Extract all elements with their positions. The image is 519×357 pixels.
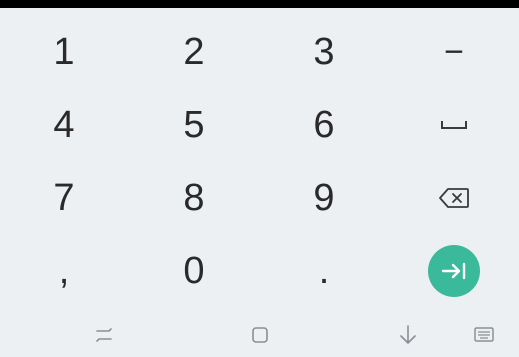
key-3[interactable]: 3 <box>260 16 388 88</box>
key-enter[interactable] <box>390 235 518 307</box>
key-4[interactable]: 4 <box>0 89 128 161</box>
space-icon <box>440 119 468 131</box>
hide-keyboard-button[interactable] <box>388 323 428 351</box>
enter-button-circle[interactable] <box>428 245 480 297</box>
key-backspace[interactable] <box>390 162 518 234</box>
key-5[interactable]: 5 <box>130 89 258 161</box>
key-0[interactable]: 0 <box>130 235 258 307</box>
key-8[interactable]: 8 <box>130 162 258 234</box>
key-9[interactable]: 9 <box>260 162 388 234</box>
home-icon <box>250 325 270 350</box>
keyboard-switch-icon <box>473 326 495 349</box>
key-space[interactable] <box>390 89 518 161</box>
home-button[interactable] <box>240 323 280 351</box>
key-7[interactable]: 7 <box>0 162 128 234</box>
navigation-bar <box>0 317 519 357</box>
key-minus[interactable]: − <box>390 16 518 88</box>
key-2[interactable]: 2 <box>130 16 258 88</box>
key-period[interactable]: . <box>260 235 388 307</box>
backspace-icon <box>438 187 470 209</box>
hide-keyboard-icon <box>398 324 418 351</box>
tab-next-icon <box>441 262 467 280</box>
recent-apps-icon <box>93 326 115 349</box>
screen: 1 2 3 − 4 5 6 7 8 9 , 0 . <box>0 0 519 357</box>
numeric-keyboard: 1 2 3 − 4 5 6 7 8 9 , 0 . <box>0 8 519 317</box>
key-comma[interactable]: , <box>0 235 128 307</box>
keyboard-switch-button[interactable] <box>464 323 504 351</box>
key-1[interactable]: 1 <box>0 16 128 88</box>
key-6[interactable]: 6 <box>260 89 388 161</box>
recent-apps-button[interactable] <box>84 323 124 351</box>
